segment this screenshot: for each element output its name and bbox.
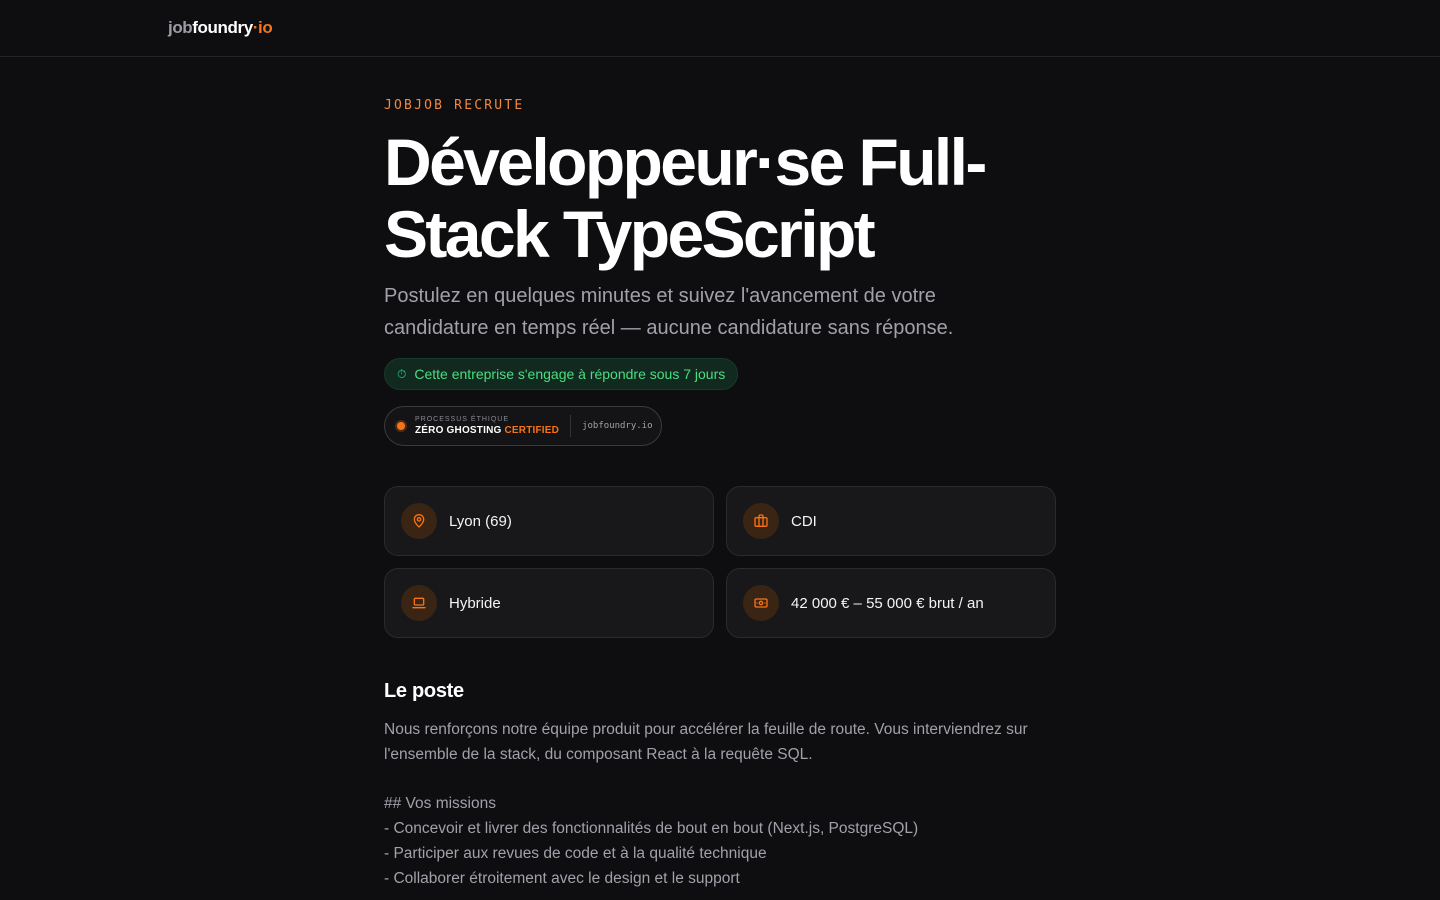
detail-card-contract: CDI bbox=[726, 486, 1056, 556]
job-offer-main: JOBJOB RECRUTE Développeur·se Full-Stack… bbox=[384, 57, 1056, 891]
laptop-icon bbox=[401, 585, 437, 621]
description-mission-item: - Collaborer étroitement avec le design … bbox=[384, 870, 740, 887]
certified-domain: jobfoundry.io bbox=[582, 421, 653, 431]
zero-ghosting-certified-badge[interactable]: PROCESSUS ÉTHIQUE ZÉRO GHOSTING CERTIFIE… bbox=[384, 406, 662, 446]
detail-value-salary: 42 000 € – 55 000 € brut / an bbox=[791, 594, 984, 612]
banknote-icon bbox=[743, 585, 779, 621]
certified-eyebrow: PROCESSUS ÉTHIQUE bbox=[415, 416, 510, 423]
description-missions-heading: ## Vos missions bbox=[384, 795, 496, 812]
job-subtitle: Postulez en quelques minutes et suivez l… bbox=[384, 285, 954, 339]
timer-icon: ⏱ bbox=[397, 366, 407, 381]
section-title-position: Le poste bbox=[384, 680, 464, 702]
detail-card-work-mode: Hybride bbox=[384, 568, 714, 638]
description-mission-item: - Participer aux revues de code et à la … bbox=[384, 845, 767, 862]
status-dot-icon bbox=[397, 422, 405, 430]
brand-logo-part-foundry: foundry bbox=[192, 18, 253, 37]
certified-text: PROCESSUS ÉTHIQUE ZÉRO GHOSTING CERTIFIE… bbox=[415, 415, 559, 437]
description-mission-item: - Concevoir et livrer des fonctionnalité… bbox=[384, 820, 919, 837]
top-navbar: job foundry ·io bbox=[0, 0, 1440, 57]
detail-value-contract: CDI bbox=[791, 512, 817, 530]
certified-label-white: ZÉRO GHOSTING bbox=[415, 425, 505, 436]
company-eyebrow: JOBJOB RECRUTE bbox=[384, 98, 525, 113]
certified-label-orange: CERTIFIED bbox=[504, 425, 560, 436]
brand-logo[interactable]: job foundry ·io bbox=[168, 18, 273, 38]
response-commitment-badge: ⏱ Cette entreprise s'engage à répondre s… bbox=[384, 358, 739, 390]
description-spacer bbox=[384, 767, 1056, 791]
briefcase-icon bbox=[743, 503, 779, 539]
job-description: Nous renforçons notre équipe produit pou… bbox=[384, 717, 1056, 891]
description-intro: Nous renforçons notre équipe produit pou… bbox=[384, 721, 1028, 763]
job-details-grid: Lyon (69) CDI Hybride 42 000 € – 55 000 … bbox=[384, 486, 1056, 638]
detail-value-work-mode: Hybride bbox=[449, 594, 501, 612]
certified-label: ZÉRO GHOSTING CERTIFIED bbox=[415, 424, 559, 437]
job-title: Développeur·se Full-Stack TypeScript bbox=[384, 125, 987, 271]
brand-logo-part-io: ·io bbox=[252, 18, 273, 37]
brand-logo-part-job: job bbox=[168, 18, 193, 37]
detail-card-salary: 42 000 € – 55 000 € brut / an bbox=[726, 568, 1056, 638]
detail-card-location: Lyon (69) bbox=[384, 486, 714, 556]
certified-divider bbox=[570, 415, 572, 437]
location-pin-icon bbox=[401, 503, 437, 539]
response-commitment-text: Cette entreprise s'engage à répondre sou… bbox=[414, 366, 726, 382]
detail-value-location: Lyon (69) bbox=[449, 512, 512, 530]
